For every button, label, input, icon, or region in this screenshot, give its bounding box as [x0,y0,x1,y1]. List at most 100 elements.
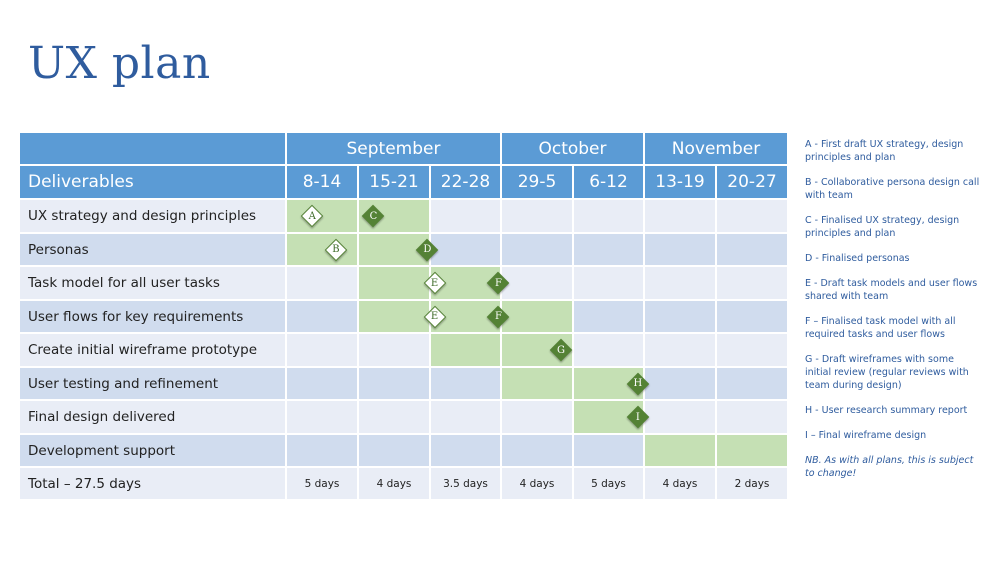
gantt-empty-cell [717,301,789,334]
milestone-h-diamond-icon: H [626,372,650,395]
gantt-empty-cell [645,334,717,368]
gantt-empty-cell [645,301,717,334]
legend-item: D - Finalised personas [805,253,910,264]
week-header: 20-27 [717,166,789,200]
deliverable-label: User flows for key requirements [20,301,287,334]
month-header-september: September [287,133,502,166]
gantt-empty-cell [431,435,502,468]
plan-note: NB. As with all plans, this is subject t… [805,455,974,479]
gantt-empty-cell [645,200,717,234]
milestone-letter: I [635,411,640,423]
gantt-empty-cell [502,401,574,435]
gantt-empty-cell [574,267,645,301]
milestone-e-diamond-icon: E [423,305,446,328]
month-header-october: October [502,133,645,166]
gantt-empty-cell [717,267,789,301]
gantt-empty-cell [574,301,645,334]
gantt-empty-cell [502,234,574,267]
deliverable-label: Create initial wireframe prototype [20,334,287,368]
deliverable-label: Task model for all user tasks [20,267,287,301]
deliverable-label: User testing and refinement [20,368,287,401]
week-header: 15-21 [359,166,431,200]
milestone-letter: F [494,277,502,289]
milestone-letter: A [308,210,316,222]
gantt-empty-cell [717,234,789,267]
gantt-bar-cell [359,267,431,301]
total-days-cell: 4 days [359,468,431,501]
milestone-a-diamond-icon: A [300,204,324,228]
gantt-empty-cell [431,234,502,267]
gantt-bar-cell [287,234,359,267]
week-header: 22-28 [431,166,502,200]
milestone-letter: E [430,277,439,289]
gantt-empty-cell [645,401,717,435]
milestone-c-diamond-icon: C [362,204,385,228]
gantt-empty-cell [359,368,431,401]
total-days-cell: 4 days [502,468,574,501]
deliverable-label: Final design delivered [20,401,287,435]
deliverable-label: Personas [20,234,287,267]
month-header-november: November [645,133,789,166]
gantt-empty-cell [574,334,645,368]
gantt-bar-cell [502,368,574,401]
deliverable-label: Development support [20,435,287,468]
gantt-empty-cell [574,200,645,234]
milestone-letter: B [332,244,340,255]
gantt-empty-cell [717,368,789,401]
legend-item: C - Finalised UX strategy, design princi… [805,215,960,239]
gantt-empty-cell [431,368,502,401]
gantt-empty-cell [502,200,574,234]
deliverable-label: UX strategy and design principles [20,200,287,234]
milestone-d-diamond-icon: D [416,238,439,261]
milestone-i-diamond-icon: I [626,405,650,429]
gantt-empty-cell [574,435,645,468]
gantt-empty-cell [502,435,574,468]
week-header: 8-14 [287,166,359,200]
gantt-empty-cell [287,334,359,368]
deliverables-header: Deliverables [20,166,287,200]
gantt-empty-cell [359,435,431,468]
week-header: 13-19 [645,166,717,200]
legend-item: G - Draft wireframes with some initial r… [805,354,969,391]
week-header: 29-5 [502,166,574,200]
milestone-g-diamond-icon: G [549,338,573,362]
total-days-cell: 4 days [645,468,717,501]
legend-item: F – Finalised task model with all requir… [805,316,956,340]
milestone-b-diamond-icon: B [324,238,348,261]
gantt-empty-cell [431,401,502,435]
gantt-empty-cell [574,234,645,267]
total-label: Total – 27.5 days [20,468,287,501]
total-days-cell: 2 days [717,468,789,501]
legend-item: A - First draft UX strategy, design prin… [805,139,964,163]
milestone-e-diamond-icon: E [423,271,446,295]
gantt-empty-cell [717,200,789,234]
milestone-f-diamond-icon: F [487,271,510,295]
gantt-empty-cell [359,334,431,368]
gantt-empty-cell [645,234,717,267]
legend-item: E - Draft task models and user flows sha… [805,278,978,302]
legend-item: I – Final wireframe design [805,430,927,441]
milestone-letter: G [557,344,566,356]
gantt-table: September October November Deliverables 8-14… [20,133,789,501]
milestone-legend: A - First draft UX strategy, design prin… [805,138,980,492]
gantt-bar-cell [431,334,502,368]
gantt-bar-cell [717,435,789,468]
gantt-bar-cell [502,301,574,334]
gantt-empty-cell [645,267,717,301]
gantt-empty-cell [287,368,359,401]
total-days-cell: 3.5 days [431,468,502,501]
gantt-bar-cell [359,301,431,334]
total-days-cell: 5 days [287,468,359,501]
milestone-letter: F [494,311,502,322]
week-header: 6-12 [574,166,645,200]
gantt-empty-cell [431,200,502,234]
gantt-empty-cell [287,267,359,301]
gantt-empty-cell [502,267,574,301]
milestone-f-diamond-icon: F [487,305,510,328]
header-corner [20,133,287,166]
gantt-empty-cell [287,301,359,334]
milestone-letter: H [633,378,643,389]
milestone-letter: E [430,311,439,322]
gantt-empty-cell [717,334,789,368]
legend-item: H - User research summary report [805,405,968,416]
